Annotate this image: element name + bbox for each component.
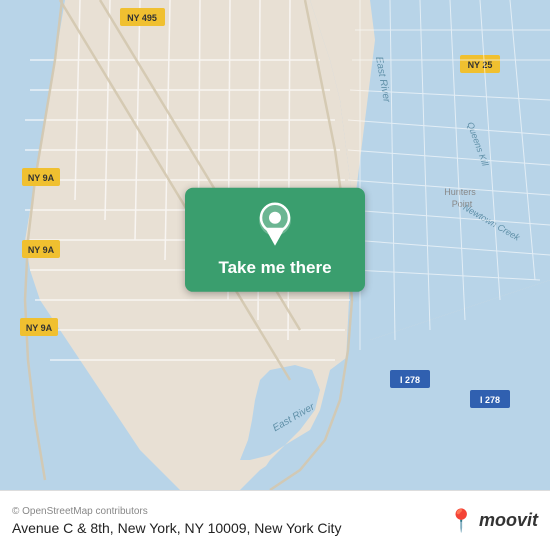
moovit-logo: 📍 moovit (448, 508, 538, 534)
take-me-there-label: Take me there (202, 252, 347, 292)
bottom-left: © OpenStreetMap contributors Avenue C & … (12, 506, 341, 536)
svg-text:NY 9A: NY 9A (28, 173, 55, 183)
moovit-pin-icon: 📍 (448, 508, 475, 534)
map-container: NY 495 NY 25 NY 9A NY 9A NY 9A I 278 I 2… (0, 0, 550, 490)
svg-text:NY 25: NY 25 (468, 60, 493, 70)
svg-text:NY 495: NY 495 (127, 13, 157, 23)
map-attribution: © OpenStreetMap contributors (12, 506, 341, 517)
bottom-bar: © OpenStreetMap contributors Avenue C & … (0, 490, 550, 550)
take-me-there-button[interactable]: Take me there (185, 188, 365, 292)
svg-text:NY 9A: NY 9A (26, 323, 53, 333)
location-name: Avenue C & 8th, New York, NY 10009, New … (12, 520, 341, 536)
svg-text:NY 9A: NY 9A (28, 245, 55, 255)
pin-icon-area (237, 188, 313, 252)
svg-text:Point: Point (452, 199, 473, 209)
svg-text:I 278: I 278 (480, 395, 500, 405)
moovit-brand-label: moovit (479, 510, 538, 531)
location-pin-icon (257, 202, 293, 246)
svg-text:I 278: I 278 (400, 375, 420, 385)
